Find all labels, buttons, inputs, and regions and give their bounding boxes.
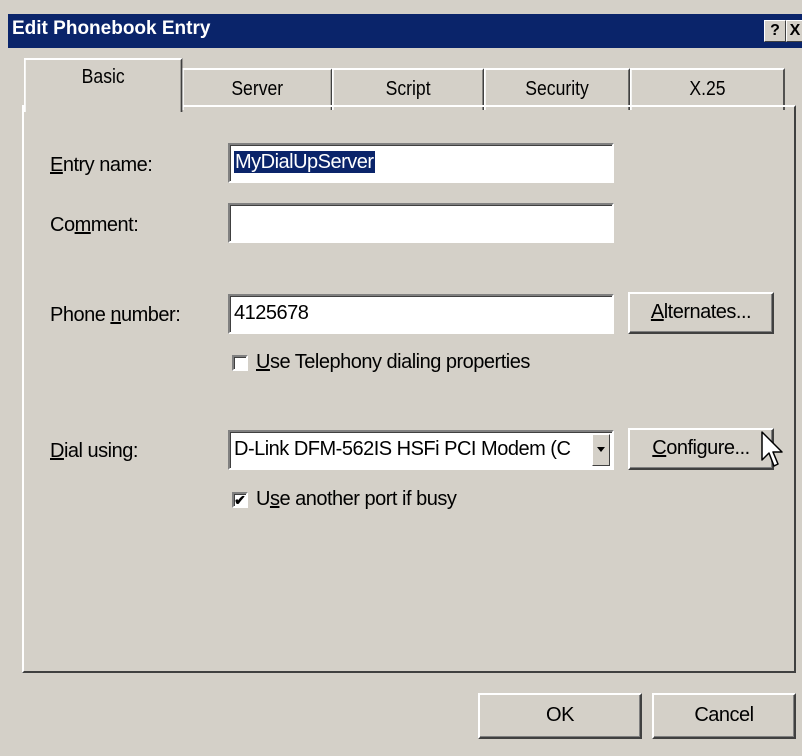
close-button[interactable]: X	[786, 20, 802, 42]
ok-button[interactable]: OK	[478, 693, 642, 739]
basic-tab-panel	[22, 105, 796, 673]
tab-basic[interactable]: Basic	[24, 58, 183, 112]
tab-server-label: Server	[231, 78, 284, 100]
tab-security-label: Security	[525, 78, 589, 100]
edit-phonebook-entry-dialog: Edit Phonebook Entry ? X Basic Server Sc…	[0, 0, 802, 756]
tab-x25[interactable]: X.25	[630, 68, 785, 110]
tab-script[interactable]: Script	[332, 68, 485, 110]
tab-basic-label: Basic	[81, 66, 125, 88]
cancel-button[interactable]: Cancel	[652, 693, 796, 739]
tab-x25-label: X.25	[689, 78, 726, 100]
title-bar[interactable]: Edit Phonebook Entry ? X	[8, 14, 802, 48]
mouse-pointer-icon	[761, 431, 783, 467]
window-title: Edit Phonebook Entry	[12, 18, 211, 39]
tab-server[interactable]: Server	[182, 68, 333, 110]
tab-script-label: Script	[385, 78, 431, 100]
tab-security[interactable]: Security	[484, 68, 631, 110]
help-button[interactable]: ?	[764, 20, 786, 42]
